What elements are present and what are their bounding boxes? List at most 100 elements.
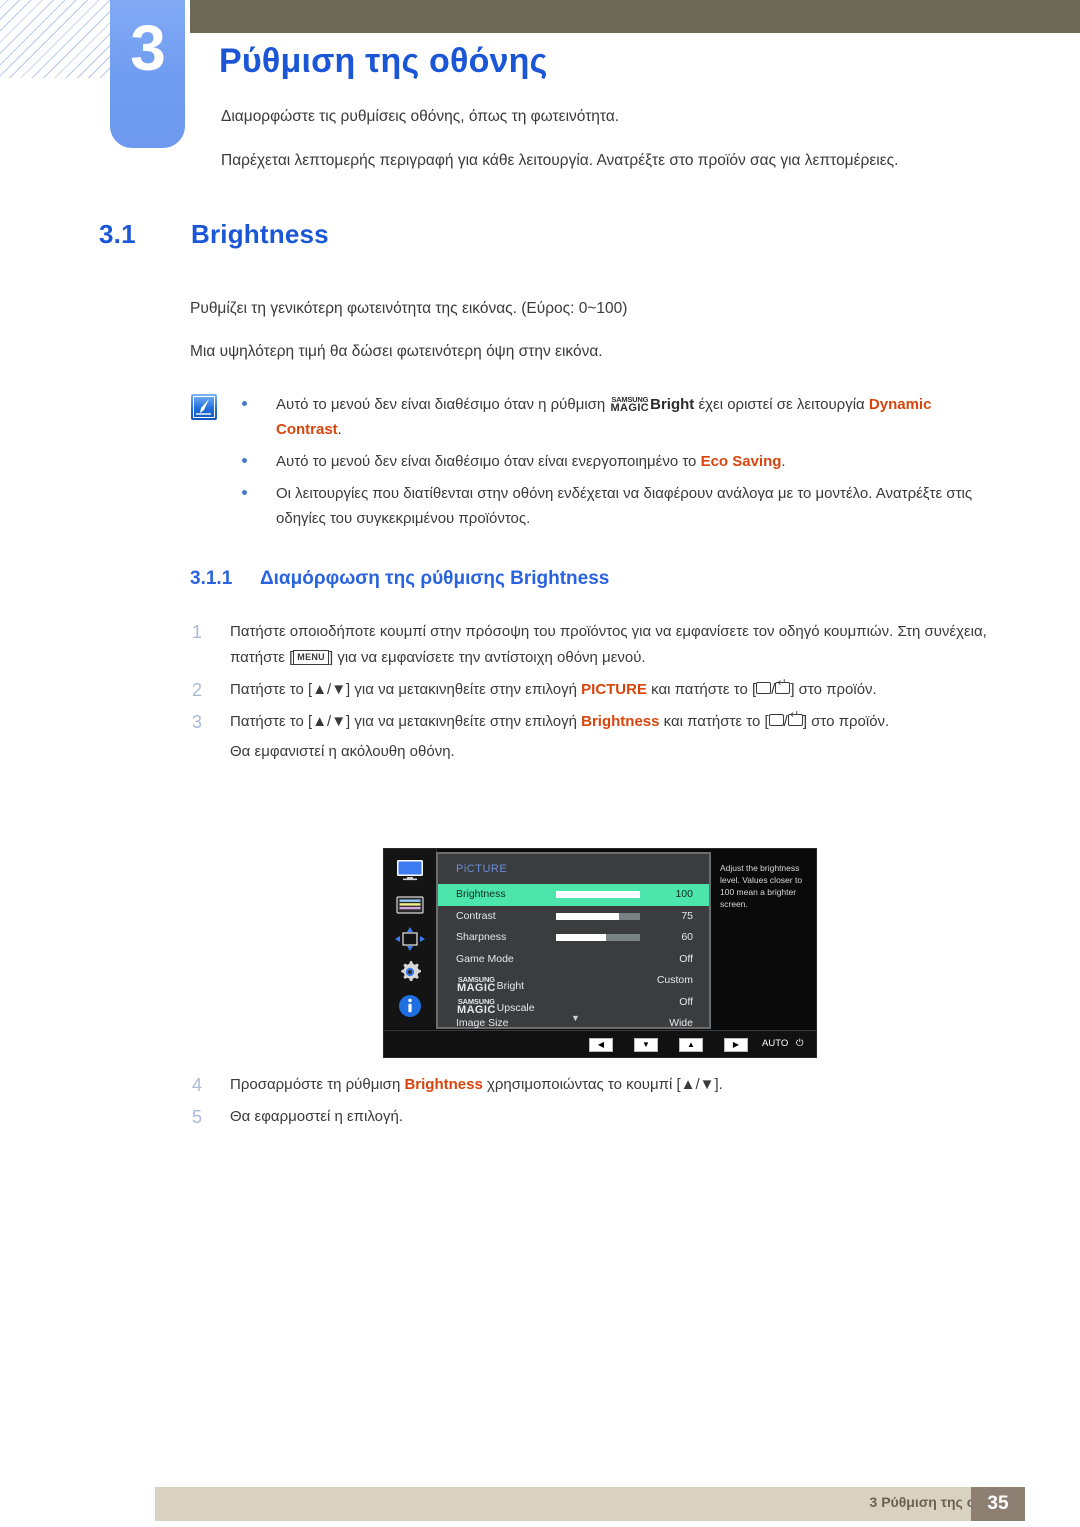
osd-row-list: Brightness 100 Contrast 75 Sharpness 60 … xyxy=(438,884,709,1035)
gear-icon[interactable] xyxy=(384,959,436,990)
osd-row-label: Brightness xyxy=(456,888,506,900)
bullet-dot xyxy=(242,401,247,406)
chapter-title: Ρύθμιση της οθόνης xyxy=(219,42,548,80)
note-pen-icon xyxy=(190,393,218,421)
section-heading: 3.1 Brightness xyxy=(99,219,329,250)
enter-key-icon xyxy=(787,710,803,726)
osd-row-sharpness[interactable]: Sharpness 60 xyxy=(438,927,709,949)
osd-row-value: Off xyxy=(679,995,693,1008)
subsection-heading: 3.1.1 Διαμόρφωση της ρύθμισης Brightness xyxy=(190,568,609,590)
osd-row-label: SAMSUNG MAGIC Upscale xyxy=(456,996,535,1015)
osd-row-brightness[interactable]: Brightness 100 xyxy=(438,884,709,906)
osd-row-label: Sharpness xyxy=(456,931,507,943)
step-number: 1 xyxy=(192,622,203,642)
osd-screenshot: PiCTURE Brightness 100 Contrast 75 Sharp… xyxy=(383,848,817,1058)
step-item: 4 Προσαρμόστε τη ρύθμιση Brightness χρησ… xyxy=(190,1072,990,1098)
osd-help-text: Adjust the brightness level. Values clos… xyxy=(720,863,803,909)
bullet-dot xyxy=(242,490,247,495)
osd-auto-button[interactable]: AUTO xyxy=(762,1038,788,1050)
note-item: Αυτό το μενού δεν είναι διαθέσιμο όταν η… xyxy=(238,392,983,442)
note-text-post: . xyxy=(781,453,786,470)
step-highlight: Brightness xyxy=(404,1076,483,1093)
osd-menu-panel: PiCTURE Brightness 100 Contrast 75 Sharp… xyxy=(436,852,711,1029)
osd-row-value: Custom xyxy=(656,974,693,986)
step-text-tail: ] για να εμφανίσετε την αντίστοιχη οθόνη… xyxy=(328,649,646,666)
osd-row-value: Off xyxy=(679,952,693,965)
osd-row-value: 75 xyxy=(681,909,693,922)
step-highlight: PICTURE xyxy=(581,681,647,698)
osd-row-magicupscale[interactable]: SAMSUNG MAGIC Upscale Off xyxy=(438,992,709,1016)
note-text-pre: Οι λειτουργίες που διατίθενται στην οθόν… xyxy=(276,485,973,527)
subsection-number: 3.1.1 xyxy=(190,568,233,589)
section-number: 3.1 xyxy=(99,219,136,249)
step-subnote: Θα εμφανιστεί η ακόλουθη οθόνη. xyxy=(230,743,455,760)
note-item: Αυτό το μενού δεν είναι διαθέσιμο όταν ε… xyxy=(238,449,983,474)
step-text-tail: ] στο προϊόν. xyxy=(790,681,877,698)
step-item: 1 Πατήστε οποιοδήποτε κουμπί στην πρόσοψ… xyxy=(190,619,990,671)
note-text-post: . xyxy=(337,421,342,438)
step-list-continued: 4 Προσαρμόστε τη ρύθμιση Brightness χρησ… xyxy=(190,1072,990,1136)
osd-menu-title: PiCTURE xyxy=(456,863,508,875)
step-text-tail: ] στο προϊόν. xyxy=(802,713,890,730)
step-number: 5 xyxy=(192,1107,203,1127)
chapter-intro-line-2: Παρέχεται λεπτομερής περιγραφή για κάθε … xyxy=(221,152,899,169)
osd-scroll-caret[interactable]: ▼ xyxy=(438,1013,713,1023)
osd-down-button[interactable]: ▼ xyxy=(634,1038,658,1052)
samsung-magic-logo: SAMSUNG MAGIC xyxy=(457,997,496,1015)
osd-row-label: Contrast xyxy=(456,909,496,922)
note-list: Αυτό το μενού δεν είναι διαθέσιμο όταν η… xyxy=(238,392,983,538)
osd-left-button[interactable]: ◀ xyxy=(589,1038,613,1052)
osd-row-value: 60 xyxy=(681,931,693,943)
chapter-intro: Διαμορφώστε τις ρυθμίσεις οθόνης, όπως τ… xyxy=(221,102,961,190)
samsung-magic-logo: SAMSUNG MAGIC xyxy=(457,976,496,994)
page-header-bar xyxy=(190,0,1080,33)
osd-row-game-mode[interactable]: Game Mode Off xyxy=(438,949,709,971)
samsung-magic-logo: SAMSUNG MAGIC xyxy=(610,396,650,414)
osd-row-contrast[interactable]: Contrast 75 xyxy=(438,906,709,928)
step-text: Πατήστε το [▲/▼] για να μετακινηθείτε στ… xyxy=(230,713,577,730)
step-list: 1 Πατήστε οποιοδήποτε κουμπί στην πρόσοψ… xyxy=(190,619,990,771)
osd-row-value: 100 xyxy=(675,888,693,900)
osd-button-bar: ◀ ▼ ▲ ▶ AUTO ⏻ xyxy=(384,1030,816,1057)
info-icon[interactable] xyxy=(384,994,436,1023)
step-number: 4 xyxy=(192,1075,203,1095)
chapter-number: 3 xyxy=(130,12,166,84)
step-number: 3 xyxy=(192,712,203,732)
logo-line-2: MAGIC xyxy=(610,402,650,414)
osd-row-label: SAMSUNG MAGIC Bright xyxy=(456,974,524,994)
step-text: Θα εφαρμοστεί η επιλογή. xyxy=(230,1108,403,1125)
subsection-title: Διαμόρφωση της ρύθμισης Brightness xyxy=(260,568,610,589)
note-text-pre: Αυτό το μενού δεν είναι διαθέσιμο όταν η… xyxy=(276,396,606,413)
osd-slider-sharpness[interactable] xyxy=(556,934,640,941)
color-settings-icon[interactable] xyxy=(384,895,436,920)
note-item: Οι λειτουργίες που διατίθενται στην οθόν… xyxy=(238,481,983,531)
step-text-tail: χρησιμοποιώντας το κουμπί [▲/▼]. xyxy=(486,1076,723,1093)
source-key-icon xyxy=(768,714,784,726)
note-highlight: Eco Saving xyxy=(700,453,782,470)
osd-up-button[interactable]: ▲ xyxy=(679,1038,703,1052)
osd-row-magicbright[interactable]: SAMSUNG MAGIC Bright Custom xyxy=(438,970,709,994)
osd-sidebar xyxy=(384,849,437,1029)
step-text: Πατήστε το [▲/▼] για να μετακινηθείτε στ… xyxy=(230,681,577,698)
osd-slider-contrast[interactable] xyxy=(556,912,640,920)
step-item: 3 Πατήστε το [▲/▼] για να μετακινηθείτε … xyxy=(190,709,990,765)
section-paragraph-1: Ρυθμίζει τη γενικότερη φωτεινότητα της ε… xyxy=(190,300,628,317)
step-text-mid: και πατήστε το [ xyxy=(663,713,769,730)
osd-slider-brightness[interactable] xyxy=(556,891,640,898)
step-text-mid: και πατήστε το [ xyxy=(651,681,757,698)
logo-word: Bright xyxy=(650,396,695,413)
step-number: 2 xyxy=(192,680,203,700)
footer-page-number: 35 xyxy=(971,1487,1025,1521)
osd-row-label-word: Upscale xyxy=(496,1001,535,1014)
position-arrows-icon[interactable] xyxy=(384,927,436,956)
osd-right-button[interactable]: ▶ xyxy=(724,1038,748,1052)
section-paragraph-2: Μια υψηλότερη τιμή θα δώσει φωτεινότερη … xyxy=(190,343,603,360)
source-key-icon xyxy=(756,682,772,694)
chapter-intro-line-1: Διαμορφώστε τις ρυθμίσεις οθόνης, όπως τ… xyxy=(221,108,620,125)
note-text-pre: Αυτό το μενού δεν είναι διαθέσιμο όταν ε… xyxy=(276,453,697,470)
step-highlight: Brightness xyxy=(581,713,660,730)
osd-power-icon[interactable]: ⏻ xyxy=(796,1038,804,1050)
step-item: 2 Πατήστε το [▲/▼] για να μετακινηθείτε … xyxy=(190,677,990,703)
decorative-hatch-corner xyxy=(0,0,112,78)
monitor-icon[interactable] xyxy=(384,859,436,886)
